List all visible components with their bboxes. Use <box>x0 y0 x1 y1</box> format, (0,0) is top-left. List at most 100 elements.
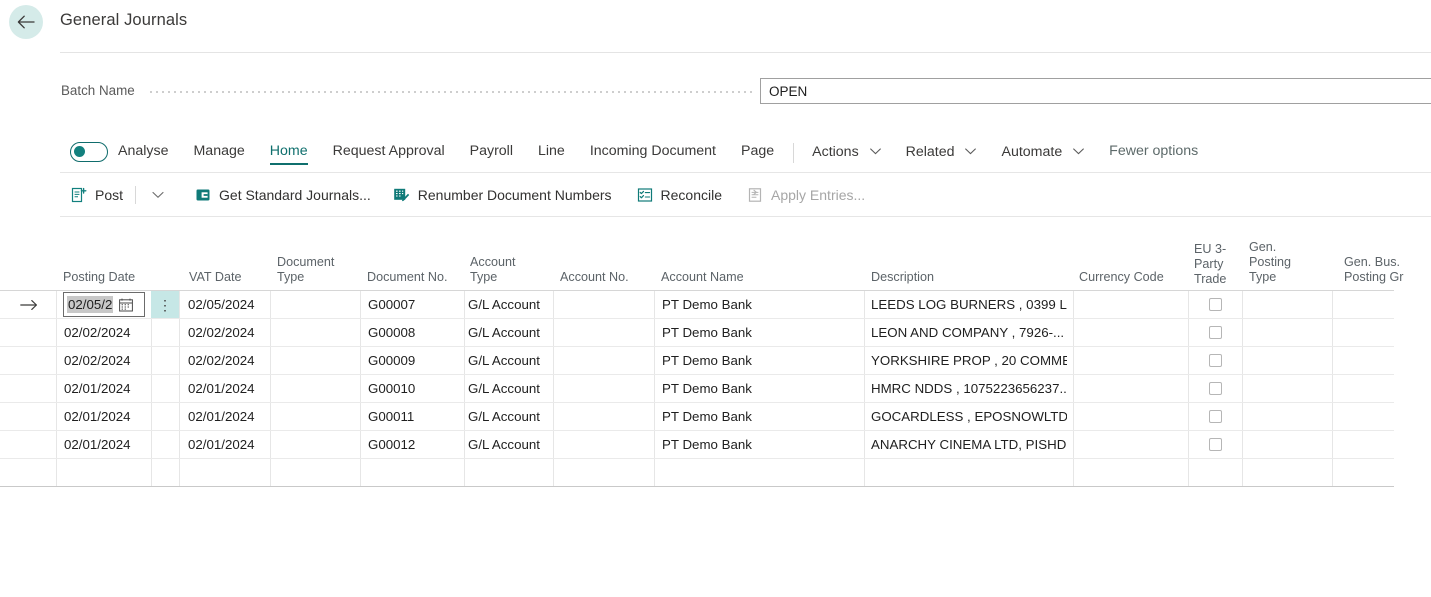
cell-posting-date[interactable]: 02/01/2024 <box>64 403 148 430</box>
cell-account-name[interactable]: PT Demo Bank <box>662 431 858 458</box>
cell-gen-bus-posting-group[interactable] <box>1333 319 1393 346</box>
apply-entries-button[interactable]: Apply Entries... <box>746 186 865 204</box>
eu-3-party-trade-checkbox[interactable] <box>1208 438 1222 451</box>
cell-vat-date[interactable]: 02/02/2024 <box>188 319 266 346</box>
cell-gen-bus-posting-group[interactable] <box>1333 375 1393 402</box>
cell-currency-code[interactable] <box>1080 291 1182 318</box>
get-standard-journals-button[interactable]: Get Standard Journals... <box>194 186 371 204</box>
cell-document-type[interactable] <box>278 459 356 486</box>
cell-eu-3-party-trade[interactable] <box>1189 375 1241 402</box>
cell-account-no[interactable] <box>561 319 649 346</box>
cell-posting-date[interactable]: 02/01/2024 <box>64 431 148 458</box>
post-dropdown-button[interactable] <box>144 183 172 207</box>
cell-description[interactable]: LEEDS LOG BURNERS , 0399 LE... <box>871 291 1067 318</box>
cell-description[interactable] <box>871 459 1067 486</box>
eu-3-party-trade-checkbox[interactable] <box>1208 382 1222 395</box>
cell-document-type[interactable] <box>278 375 356 402</box>
cell-document-type[interactable] <box>278 347 356 374</box>
cell-document-no[interactable]: G00010 <box>368 375 460 402</box>
tab-home[interactable]: Home <box>269 143 308 165</box>
cell-vat-date[interactable] <box>188 459 266 486</box>
row-menu-button[interactable]: ⋮ <box>151 291 179 318</box>
column-header-account-no[interactable]: Account No. <box>560 270 650 285</box>
cell-description[interactable]: GOCARDLESS , EPOSNOWLTD-... <box>871 403 1067 430</box>
cell-currency-code[interactable] <box>1080 375 1182 402</box>
cell-gen-posting-type[interactable] <box>1243 459 1331 486</box>
cell-posting-date[interactable]: 02/02/2024 <box>64 347 148 374</box>
cell-account-name[interactable]: PT Demo Bank <box>662 403 858 430</box>
cell-vat-date[interactable]: 02/02/2024 <box>188 347 266 374</box>
cell-account-name[interactable]: PT Demo Bank <box>662 291 858 318</box>
cell-gen-posting-type[interactable] <box>1243 347 1331 374</box>
column-header-vat-date[interactable]: VAT Date <box>189 270 259 285</box>
calendar-icon[interactable] <box>119 298 134 312</box>
eu-3-party-trade-checkbox[interactable] <box>1208 410 1222 423</box>
column-header-description[interactable]: Description <box>871 270 991 285</box>
column-header-gen-bus-posting-group[interactable]: Gen. Bus. Posting Gr <box>1344 255 1414 285</box>
cell-gen-posting-type[interactable] <box>1243 291 1331 318</box>
cell-currency-code[interactable] <box>1080 319 1182 346</box>
tab-page[interactable]: Page <box>741 143 774 162</box>
cell-description[interactable]: YORKSHIRE PROP , 20 COMME... <box>871 347 1067 374</box>
cell-document-type[interactable] <box>278 403 356 430</box>
fewer-options-button[interactable]: Fewer options <box>1109 143 1198 162</box>
cell-account-type[interactable]: G/L Account <box>468 291 550 318</box>
column-header-currency-code[interactable]: Currency Code <box>1079 270 1189 285</box>
table-row[interactable]: 02/01/2024 02/01/2024 G00012 G/L Account PT … <box>0 431 1394 459</box>
cell-gen-posting-type[interactable] <box>1243 431 1331 458</box>
batch-name-input[interactable] <box>760 78 1431 104</box>
cell-account-no[interactable] <box>561 431 649 458</box>
tab-manage[interactable]: Manage <box>193 143 244 162</box>
cell-account-no[interactable] <box>561 375 649 402</box>
cell-account-type[interactable]: G/L Account <box>468 403 550 430</box>
cell-gen-posting-type[interactable] <box>1243 319 1331 346</box>
cell-gen-bus-posting-group[interactable] <box>1333 459 1393 486</box>
eu-3-party-trade-checkbox[interactable] <box>1208 298 1222 311</box>
cell-gen-bus-posting-group[interactable] <box>1333 403 1393 430</box>
tab-incoming-document[interactable]: Incoming Document <box>590 143 716 162</box>
column-header-account-type[interactable]: Account Type <box>470 255 538 285</box>
column-header-eu-3-party-trade[interactable]: EU 3-Party Trade <box>1194 242 1236 287</box>
post-button[interactable]: Post <box>70 186 123 204</box>
cell-document-no[interactable]: G00012 <box>368 431 460 458</box>
column-header-gen-posting-type[interactable]: Gen. Posting Type <box>1249 240 1315 285</box>
menu-actions[interactable]: Actions <box>812 143 881 163</box>
cell-eu-3-party-trade[interactable] <box>1189 291 1241 318</box>
cell-gen-bus-posting-group[interactable] <box>1333 431 1393 458</box>
cell-posting-date[interactable]: 02/01/2024 <box>64 375 148 402</box>
analyse-toggle[interactable] <box>70 142 108 162</box>
eu-3-party-trade-checkbox[interactable] <box>1208 354 1222 367</box>
tab-analyse[interactable]: Analyse <box>118 143 168 162</box>
cell-eu-3-party-trade[interactable] <box>1189 431 1241 458</box>
tab-payroll[interactable]: Payroll <box>470 143 513 162</box>
cell-gen-posting-type[interactable] <box>1243 375 1331 402</box>
column-header-posting-date[interactable]: Posting Date <box>63 270 143 285</box>
table-row[interactable]: 02/01/2024 02/01/2024 G00010 G/L Account PT … <box>0 375 1394 403</box>
cell-vat-date[interactable]: 02/01/2024 <box>188 375 266 402</box>
cell-document-type[interactable] <box>278 291 356 318</box>
posting-date-input[interactable]: 02/05/2 <box>63 292 145 317</box>
reconcile-button[interactable]: Reconcile <box>636 186 722 204</box>
tab-request-approval[interactable]: Request Approval <box>333 143 445 162</box>
cell-gen-posting-type[interactable] <box>1243 403 1331 430</box>
cell-document-no[interactable]: G00011 <box>368 403 460 430</box>
cell-eu-3-party-trade[interactable] <box>1189 319 1241 346</box>
back-button[interactable] <box>9 5 43 39</box>
cell-document-type[interactable] <box>278 431 356 458</box>
cell-document-no[interactable]: G00007 <box>368 291 460 318</box>
table-row[interactable]: 02/05/2 ⋮ 02/05/2024 G00007 G/L Account PT De… <box>0 291 1394 319</box>
table-row[interactable] <box>0 459 1394 487</box>
cell-account-name[interactable]: PT Demo Bank <box>662 375 858 402</box>
cell-account-no[interactable] <box>561 291 649 318</box>
cell-description[interactable]: HMRC NDDS , 1075223656237... <box>871 375 1067 402</box>
column-header-document-no[interactable]: Document No. <box>367 270 459 285</box>
table-row[interactable]: 02/02/2024 02/02/2024 G00009 G/L Account PT … <box>0 347 1394 375</box>
menu-related[interactable]: Related <box>906 143 977 163</box>
cell-document-no[interactable]: G00009 <box>368 347 460 374</box>
cell-description[interactable]: ANARCHY CINEMA LTD, PISHD... <box>871 431 1067 458</box>
cell-posting-date[interactable] <box>64 459 148 486</box>
cell-gen-bus-posting-group[interactable] <box>1333 291 1393 318</box>
table-row[interactable]: 02/02/2024 02/02/2024 G00008 G/L Account PT … <box>0 319 1394 347</box>
cell-account-type[interactable] <box>468 459 550 486</box>
cell-account-type[interactable]: G/L Account <box>468 431 550 458</box>
